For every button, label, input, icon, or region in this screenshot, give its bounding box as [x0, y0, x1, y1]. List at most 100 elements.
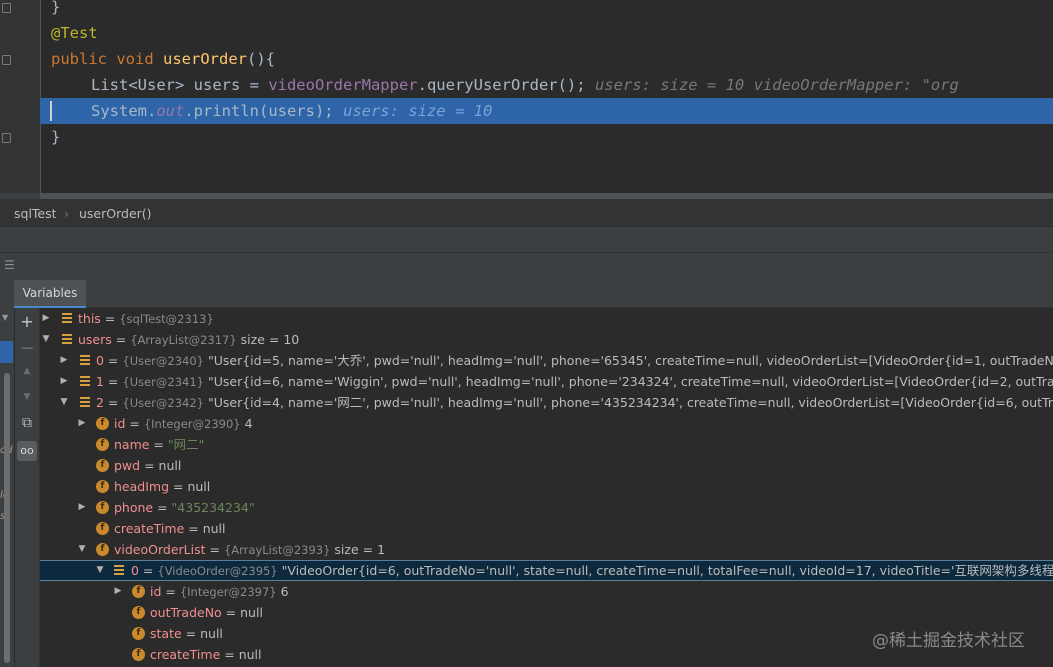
equals: = — [161, 584, 180, 599]
debug-tabbar: Variables — [14, 280, 1053, 308]
tree-row-name[interactable]: f name = "网二" — [40, 434, 1053, 455]
list-declaration: List<User> users = — [91, 76, 269, 94]
tree-row-users[interactable]: ▼ users = {ArrayList@2317} size = 10 — [40, 329, 1053, 350]
expand-arrow-icon[interactable]: ▶ — [112, 581, 124, 602]
var-name: pwd — [114, 458, 141, 473]
fold-marker-icon[interactable] — [2, 133, 11, 143]
tree-row-videoorder-0-selected[interactable]: ▼ 0 = {VideoOrder@2395} "VideoOrder{id=6… — [40, 560, 1053, 581]
var-value: null — [240, 605, 263, 620]
code-line-2[interactable]: @Test — [40, 20, 1053, 46]
breadcrumb-separator: › — [64, 206, 69, 221]
field-icon: f — [96, 480, 109, 493]
var-ref: {ArrayList@2317} — [130, 333, 237, 347]
var-value: 4 — [240, 416, 253, 431]
tree-row-videoorderlist[interactable]: ▼ f videoOrderList = {ArrayList@2393} si… — [40, 539, 1053, 560]
var-name: id — [150, 584, 162, 599]
collapse-arrow-icon[interactable]: ▼ — [58, 392, 70, 413]
breadcrumb-class[interactable]: sqlTest — [14, 200, 57, 227]
editor-gutter[interactable] — [0, 0, 41, 193]
code-editor[interactable]: } @Test public void userOrder(){ List<Us… — [0, 0, 1053, 193]
copy-icon[interactable]: ⧉ — [15, 415, 39, 431]
frames-scrollbar[interactable] — [4, 373, 10, 663]
out-field: out — [156, 102, 185, 120]
tree-row-user-0[interactable]: ▶ 0 = {User@2340} "User{id=5, name='大乔',… — [40, 350, 1053, 371]
debug-toolbar: ☰ — [0, 252, 1053, 280]
collapse-arrow-icon[interactable]: ▼ — [94, 561, 106, 580]
code-line-5-current[interactable]: System.out.println(users); users: size =… — [40, 98, 1053, 124]
keyword-public: public — [51, 50, 107, 68]
expand-arrow-icon[interactable]: ▶ — [58, 350, 70, 371]
var-value: "VideoOrder{id=6, outTradeNo='null', sta… — [277, 563, 1053, 578]
method-name: userOrder — [163, 50, 248, 68]
equals: = — [103, 374, 123, 389]
var-name: createTime — [114, 521, 185, 536]
variables-toolbar: + − ▲ ▼ ⧉ oo — [15, 308, 40, 667]
selected-frame[interactable] — [0, 341, 13, 363]
move-down-icon[interactable]: ▼ — [15, 392, 39, 402]
var-name: phone — [114, 500, 154, 515]
expand-arrow-icon[interactable]: ▶ — [40, 308, 52, 329]
chevron-down-icon[interactable]: ▼ — [2, 313, 8, 322]
field-icon: f — [132, 606, 145, 619]
panel-divider[interactable] — [0, 226, 1053, 253]
fold-marker-icon[interactable] — [2, 3, 11, 13]
equals: = — [205, 542, 224, 557]
tab-variables[interactable]: Variables — [14, 280, 86, 308]
closing-brace: } — [51, 128, 61, 146]
expand-arrow-icon[interactable]: ▶ — [76, 497, 88, 518]
field-icon: f — [96, 522, 109, 535]
tree-row-outtradeno[interactable]: f outTradeNo = null — [40, 602, 1053, 623]
move-up-icon[interactable]: ▲ — [15, 366, 39, 376]
var-ref: {User@2342} — [122, 396, 204, 410]
equals: = — [103, 353, 123, 368]
closing-brace: } — [51, 0, 61, 16]
tree-row-user-1[interactable]: ▶ 1 = {User@2341} "User{id=6, name='Wigg… — [40, 371, 1053, 392]
field-icon: f — [132, 648, 145, 661]
variable-list-icon — [62, 313, 72, 323]
collapse-arrow-icon[interactable]: ▼ — [76, 539, 88, 560]
code-line-1[interactable]: } — [40, 0, 1053, 20]
variable-list-icon — [80, 355, 90, 365]
var-name: users — [78, 332, 112, 347]
frames-panel-edge: ▼ od le s) — [0, 280, 15, 667]
field-icon: f — [96, 459, 109, 472]
method-parens: (){ — [247, 50, 276, 68]
expand-arrow-icon[interactable]: ▶ — [58, 371, 70, 392]
code-line-3[interactable]: public void userOrder(){ — [40, 46, 1053, 72]
query-call: .queryUserOrder(); — [417, 76, 586, 94]
remove-watch-icon[interactable]: − — [15, 338, 39, 359]
inline-debug-hint: users: size = 10 videoOrderMapper: "org — [594, 76, 959, 94]
breadcrumb-method[interactable]: userOrder() — [79, 200, 152, 227]
tree-row-phone[interactable]: ▶ f phone = "435234234" — [40, 497, 1053, 518]
variable-list-icon — [80, 397, 90, 407]
var-value: null — [158, 458, 182, 473]
layout-icon[interactable]: ☰ — [4, 258, 15, 272]
variable-list-icon — [114, 565, 124, 575]
equals: = — [149, 437, 168, 452]
tree-row-headimg[interactable]: f headImg = null — [40, 476, 1053, 497]
var-ref: {ArrayList@2393} — [223, 543, 331, 557]
field-icon: f — [96, 501, 109, 514]
expand-arrow-icon[interactable]: ▶ — [76, 413, 88, 434]
tree-row-this[interactable]: ▶ this = {sqlTest@2313} — [40, 308, 1053, 329]
equals: = — [103, 395, 123, 410]
fold-marker-icon[interactable] — [2, 55, 11, 65]
var-value: null — [202, 521, 226, 536]
tree-row-id[interactable]: ▶ f id = {Integer@2390} 4 — [40, 413, 1053, 434]
code-line-4[interactable]: List<User> users = videoOrderMapper.quer… — [40, 72, 1053, 98]
inline-debug-hint: users: size = 10 — [342, 102, 493, 120]
breadcrumb: sqlTest › userOrder() — [0, 199, 1053, 227]
code-line-6[interactable]: } — [40, 124, 1053, 150]
variables-tree[interactable]: ▶ this = {sqlTest@2313} ▼ users = {Array… — [40, 308, 1053, 667]
equals: = — [153, 500, 172, 515]
tree-row-order-id[interactable]: ▶ f id = {Integer@2397} 6 — [40, 581, 1053, 602]
tree-row-createtime[interactable]: f createTime = null — [40, 518, 1053, 539]
add-watch-icon[interactable]: + — [15, 312, 39, 331]
var-name: name — [114, 437, 150, 452]
collapse-arrow-icon[interactable]: ▼ — [40, 329, 52, 350]
equals: = — [140, 458, 159, 473]
tree-row-user-2[interactable]: ▼ 2 = {User@2342} "User{id=4, name='网二',… — [40, 392, 1053, 413]
tree-row-pwd[interactable]: f pwd = null — [40, 455, 1053, 476]
glasses-icon[interactable]: oo — [17, 441, 37, 461]
text-caret — [50, 101, 52, 121]
